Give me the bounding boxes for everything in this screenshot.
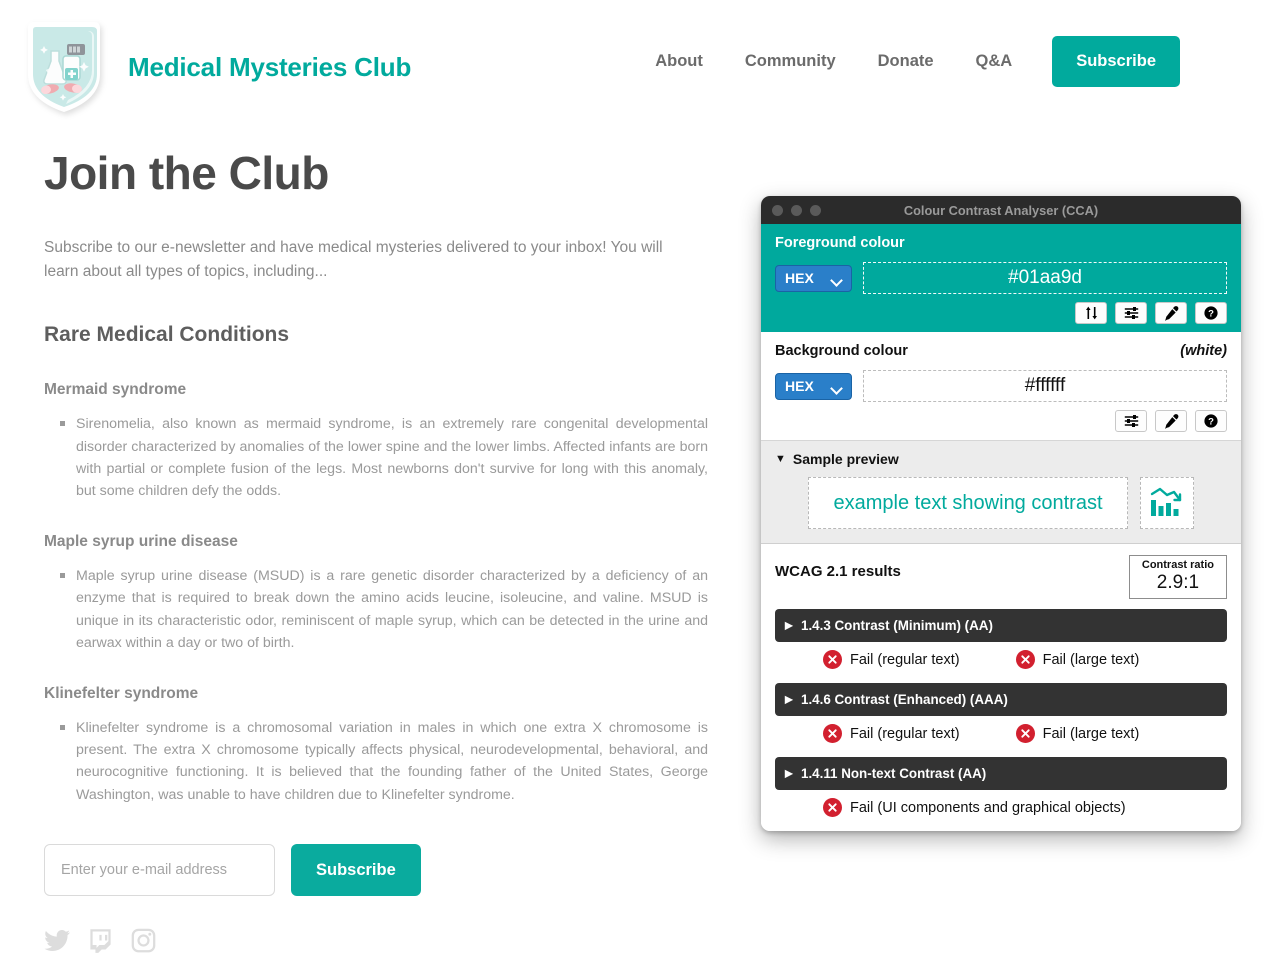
background-label: Background colour (775, 343, 908, 359)
background-panel: Background colour (white) HEX #ffffff ? (761, 332, 1241, 441)
contrast-ratio-value: 2.9:1 (1156, 572, 1200, 594)
condition-list: Sirenomelia, also known as mermaid syndr… (44, 413, 708, 503)
sample-text: example text showing contrast (808, 477, 1128, 529)
list-item: Maple syrup urine disease (MSUD) is a ra… (60, 565, 708, 655)
result-regular-text: Fail (regular text) (823, 650, 960, 670)
result-label: Fail (UI components and graphical object… (850, 799, 1126, 816)
fail-icon (1015, 650, 1035, 670)
nav-item-community[interactable]: Community (724, 52, 857, 71)
criterion-1-4-11-results: Fail (UI components and graphical object… (775, 790, 1227, 821)
site-header: Medical Mysteries Club About Community D… (0, 0, 1275, 124)
background-hex-input[interactable]: #ffffff (863, 370, 1227, 402)
result-label: Fail (regular text) (850, 725, 960, 742)
background-format-select[interactable]: HEX (775, 372, 852, 400)
criterion-1-4-3[interactable]: 1.4.3 Contrast (Minimum) (AA) (775, 609, 1227, 643)
email-field[interactable] (44, 844, 275, 897)
wcag-results-panel: WCAG 2.1 results Contrast ratio 2.9:1 1.… (761, 544, 1241, 831)
twitch-icon[interactable] (87, 927, 114, 954)
header-subscribe-button[interactable]: Subscribe (1052, 36, 1180, 87)
criterion-1-4-11[interactable]: 1.4.11 Non-text Contrast (AA) (775, 757, 1227, 791)
brand[interactable]: Medical Mysteries Club (22, 18, 411, 116)
foreground-toolbar: ? (775, 302, 1227, 324)
main-nav: About Community Donate Q&A Subscribe (634, 36, 1180, 87)
sample-preview-toggle[interactable]: ▼ Sample preview (775, 451, 1227, 467)
svg-text:?: ? (1208, 417, 1214, 428)
section-heading: Rare Medical Conditions (44, 323, 290, 347)
result-label: Fail (large text) (1042, 725, 1140, 742)
fail-icon (823, 724, 842, 744)
help-icon[interactable]: ? (1195, 302, 1227, 324)
contrast-ratio-label: Contrast ratio (1141, 559, 1214, 571)
condition-title: Maple syrup urine disease (44, 532, 238, 550)
sliders-icon[interactable] (1115, 410, 1147, 432)
criterion-1-4-6[interactable]: 1.4.6 Contrast (Enhanced) (AAA) (775, 683, 1227, 717)
swap-colours-icon[interactable] (1075, 302, 1107, 324)
minimize-window-button[interactable] (791, 204, 802, 216)
svg-text:?: ? (1208, 309, 1214, 320)
condition-title: Mermaid syndrome (44, 381, 187, 399)
background-toolbar: ? (775, 410, 1227, 432)
eyedropper-icon[interactable] (1155, 410, 1187, 432)
page-title: Join the Club (44, 147, 329, 199)
foreground-format-select-wrap: HEX (775, 264, 852, 292)
bar-chart-down-icon (1140, 477, 1194, 529)
result-ui-components: Fail (UI components and graphical object… (823, 798, 1126, 818)
window-controls[interactable] (772, 204, 821, 216)
result-large-text: Fail (large text) (1015, 724, 1140, 744)
help-icon[interactable]: ? (1195, 410, 1227, 432)
list-item: Sirenomelia, also known as mermaid syndr… (60, 413, 708, 503)
condition-title: Klinefelter syndrome (44, 684, 199, 702)
sample-preview-panel: ▼ Sample preview example text showing co… (761, 441, 1241, 544)
fail-icon (823, 650, 842, 670)
brand-name: Medical Mysteries Club (128, 51, 412, 82)
sample-preview-heading: Sample preview (792, 451, 899, 467)
criterion-1-4-6-results: Fail (regular text) Fail (large text) (775, 716, 1227, 747)
background-format-select-wrap: HEX (775, 372, 852, 400)
subscribe-form: Subscribe (44, 844, 694, 897)
cca-window-title: Colour Contrast Analyser (CCA) (903, 202, 1099, 218)
twitter-icon[interactable] (44, 927, 71, 954)
criterion-1-4-3-results: Fail (regular text) Fail (large text) (775, 642, 1227, 673)
medical-shield-logo-icon (22, 18, 106, 116)
social-links (44, 927, 694, 954)
fail-icon (823, 798, 842, 818)
instagram-icon[interactable] (130, 927, 157, 954)
list-item: Klinefelter syndrome is a chromosomal va… (60, 717, 708, 807)
contrast-ratio-box: Contrast ratio 2.9:1 (1128, 555, 1227, 600)
wcag-results-title: WCAG 2.1 results (775, 563, 901, 580)
maximize-window-button[interactable] (810, 204, 821, 216)
foreground-panel: Foreground colour HEX #01aa9d ? (761, 224, 1241, 332)
chevron-down-icon: ▼ (775, 452, 786, 465)
result-label: Fail (regular text) (850, 651, 960, 668)
result-label: Fail (large text) (1042, 651, 1140, 668)
eyedropper-icon[interactable] (1155, 302, 1187, 324)
result-regular-text: Fail (regular text) (823, 724, 960, 744)
close-window-button[interactable] (772, 204, 783, 216)
fail-icon (1015, 724, 1035, 744)
intro-paragraph: Subscribe to our e-newsletter and have m… (44, 239, 663, 280)
cca-window: Colour Contrast Analyser (CCA) Foregroun… (761, 196, 1241, 831)
nav-item-about[interactable]: About (634, 52, 724, 71)
nav-item-donate[interactable]: Donate (857, 52, 955, 71)
sliders-icon[interactable] (1115, 302, 1147, 324)
background-white-note: (white) (1180, 343, 1227, 359)
subscribe-submit-button[interactable]: Subscribe (291, 844, 421, 897)
foreground-hex-input[interactable]: #01aa9d (863, 262, 1227, 294)
foreground-format-select[interactable]: HEX (775, 264, 852, 292)
cca-titlebar[interactable]: Colour Contrast Analyser (CCA) (761, 196, 1241, 224)
condition-list: Maple syrup urine disease (MSUD) is a ra… (44, 565, 708, 655)
condition-list: Klinefelter syndrome is a chromosomal va… (44, 717, 708, 807)
result-large-text: Fail (large text) (1015, 650, 1140, 670)
foreground-label: Foreground colour (775, 235, 905, 251)
nav-item-qa[interactable]: Q&A (955, 52, 1034, 71)
main-content: Join the Club Subscribe to our e-newslet… (44, 146, 708, 954)
